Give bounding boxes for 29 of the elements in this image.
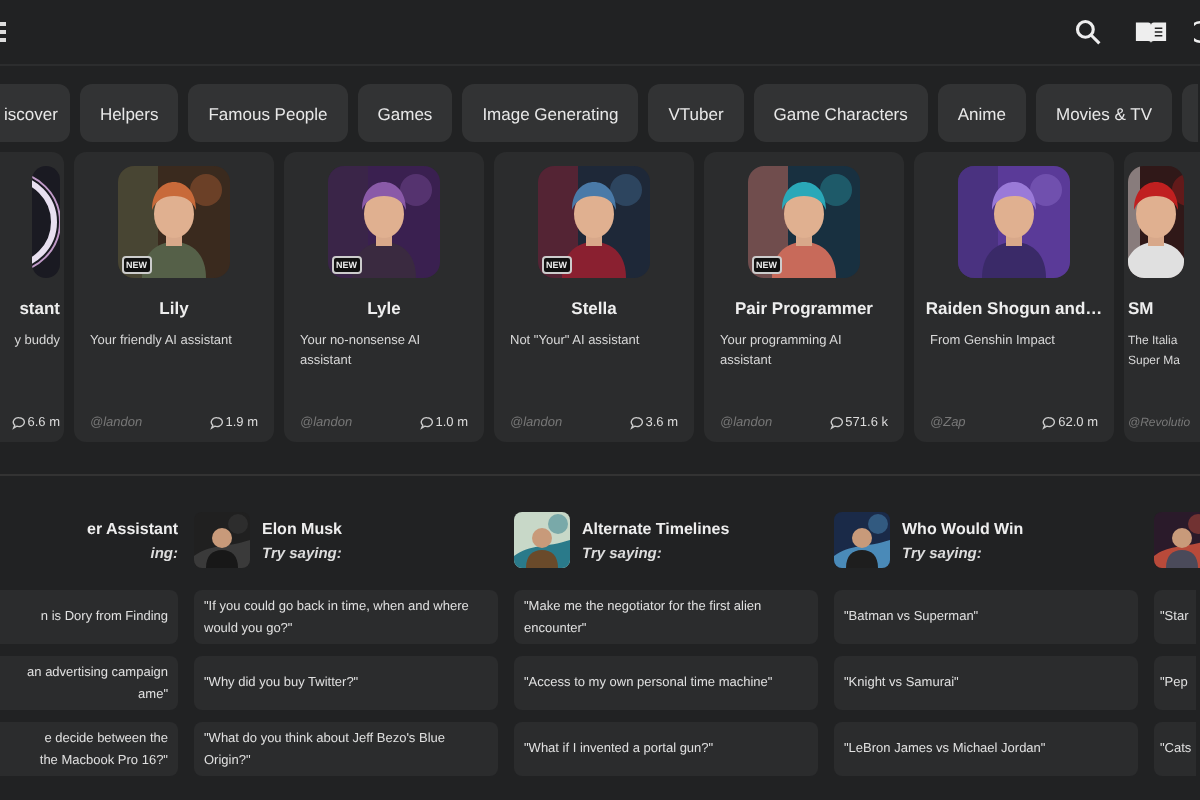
category-chip[interactable]: Anime (937, 84, 1026, 142)
chat-bubble-icon (11, 416, 26, 430)
chat-bubble-icon (829, 416, 844, 430)
character-name: Stella (571, 298, 617, 318)
category-chip[interactable]: iscover (0, 84, 70, 142)
chat-bubble-icon (629, 416, 644, 430)
category-chip[interactable]: Movies & TV (1035, 84, 1173, 142)
chat-bubble-icon (209, 416, 224, 430)
chat-bubble-icon (1042, 416, 1057, 430)
suggestion-title: Alternate Timelines (582, 519, 730, 537)
character-name: SM (1128, 298, 1154, 318)
category-chip[interactable]: Game Characters (753, 84, 928, 142)
book-icon[interactable] (1134, 18, 1168, 46)
character-name: Lily (159, 298, 189, 318)
category-chip[interactable]: Image Generating (462, 84, 639, 142)
character-name: Lyle (367, 298, 401, 318)
suggestion-title: er Assistant (87, 519, 178, 537)
chat-bubble-icon (419, 416, 434, 430)
character-name: Raiden Shogun and… (925, 298, 1103, 318)
category-chip[interactable]: Games (357, 84, 453, 142)
category-chip[interactable]: Helpers (79, 84, 179, 142)
category-chip[interactable]: VTuber (648, 84, 744, 142)
suggestion-title: Elon Musk (262, 519, 343, 537)
character-name: stant (19, 298, 60, 318)
suggestion-title: Who Would Win (902, 519, 1024, 537)
menu-icon[interactable] (0, 20, 8, 44)
search-icon[interactable] (1074, 18, 1102, 46)
character-name: Pair Programmer (735, 298, 873, 318)
category-chip[interactable]: Famous People (188, 84, 348, 142)
